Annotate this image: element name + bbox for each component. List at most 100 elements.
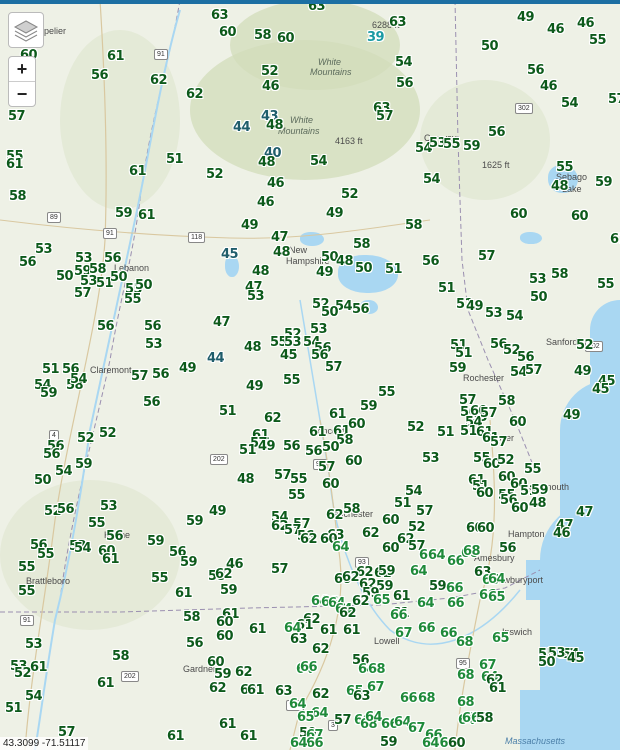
temperature-observation[interactable]: 68 [418, 692, 436, 705]
temperature-observation[interactable]: 47 [213, 316, 231, 329]
temperature-observation[interactable]: 58 [551, 268, 569, 281]
temperature-observation[interactable]: 61 [129, 165, 147, 178]
temperature-observation[interactable]: 62 [300, 533, 318, 546]
temperature-observation[interactable]: 55 [151, 572, 169, 585]
temperature-observation[interactable]: 63 [290, 633, 308, 646]
temperature-observation[interactable]: 58 [112, 650, 130, 663]
temperature-observation[interactable]: 52 [77, 432, 95, 445]
temperature-observation[interactable]: 50 [530, 291, 548, 304]
temperature-observation[interactable]: 57 [325, 361, 343, 374]
temperature-observation[interactable]: 61 [329, 408, 347, 421]
temperature-observation[interactable]: 61 [219, 718, 237, 731]
temperature-observation[interactable]: 56 [283, 440, 301, 453]
temperature-observation[interactable]: 63 [389, 16, 407, 29]
temperature-observation[interactable]: 56 [144, 320, 162, 333]
temperature-observation[interactable]: 67 [395, 627, 413, 640]
temperature-observation[interactable]: 50 [355, 262, 373, 275]
temperature-observation[interactable]: 63 [353, 690, 371, 703]
temperature-observation[interactable]: 55 [283, 374, 301, 387]
temperature-observation[interactable]: 46 [540, 80, 558, 93]
temperature-observation[interactable]: 55 [124, 293, 142, 306]
temperature-observation[interactable]: 60 [277, 32, 295, 45]
temperature-observation[interactable]: 50 [538, 656, 556, 669]
temperature-observation[interactable]: 60 [382, 514, 400, 527]
temperature-observation[interactable]: 61 [320, 624, 338, 637]
temperature-observation[interactable]: 49 [316, 266, 334, 279]
temperature-observation[interactable]: 46 [553, 527, 571, 540]
temperature-observation[interactable]: 52 [14, 667, 32, 680]
temperature-observation[interactable]: 65 [373, 594, 391, 607]
temperature-observation[interactable]: 55 [524, 463, 542, 476]
temperature-observation[interactable]: 59 [214, 668, 232, 681]
temperature-observation[interactable]: 51 [460, 425, 478, 438]
temperature-observation[interactable]: 55 [589, 34, 607, 47]
temperature-observation[interactable]: 59 [40, 387, 58, 400]
temperature-observation[interactable]: 52 [341, 188, 359, 201]
temperature-observation[interactable]: 50 [135, 279, 153, 292]
temperature-observation[interactable]: 52 [206, 168, 224, 181]
temperature-observation[interactable]: 50 [322, 441, 340, 454]
temperature-observation[interactable]: 57 [608, 93, 620, 106]
temperature-observation[interactable]: 49 [517, 11, 535, 24]
temperature-observation[interactable]: 59 [378, 565, 396, 578]
temperature-observation[interactable]: 54 [55, 465, 73, 478]
temperature-observation[interactable]: 57 [274, 469, 292, 482]
temperature-observation[interactable]: 55 [556, 161, 574, 174]
temperature-observation[interactable]: 61 [175, 587, 193, 600]
temperature-observation[interactable]: 51 [219, 405, 237, 418]
temperature-observation[interactable]: 66 [440, 627, 458, 640]
temperature-observation[interactable]: 55 [378, 386, 396, 399]
temperature-observation[interactable]: 50 [481, 40, 499, 53]
temperature-observation[interactable]: 68 [368, 663, 386, 676]
temperature-observation[interactable]: 64 [290, 737, 308, 750]
temperature-observation[interactable]: 68 [457, 669, 475, 682]
temperature-observation[interactable]: 64 [410, 565, 428, 578]
temperature-observation[interactable]: 52 [497, 454, 515, 467]
temperature-observation[interactable]: 45 [567, 652, 585, 665]
temperature-observation[interactable]: 60 [476, 487, 494, 500]
temperature-observation[interactable]: 51 [394, 497, 412, 510]
temperature-observation[interactable]: 60 [571, 210, 589, 223]
temperature-observation[interactable]: 58 [498, 395, 516, 408]
temperature-observation[interactable]: 44 [233, 121, 251, 134]
temperature-observation[interactable]: 68 [457, 696, 475, 709]
temperature-observation[interactable]: 52 [576, 339, 594, 352]
temperature-observation[interactable]: 48 [266, 119, 284, 132]
temperature-observation[interactable]: 56 [57, 503, 75, 516]
temperature-observation[interactable]: 66 [418, 622, 436, 635]
temperature-observation[interactable]: 59 [186, 515, 204, 528]
temperature-observation[interactable]: 60 [382, 542, 400, 555]
temperature-observation[interactable]: 59 [380, 736, 398, 749]
temperature-observation[interactable]: 58 [343, 503, 361, 516]
temperature-observation[interactable]: 53 [422, 452, 440, 465]
temperature-observation[interactable]: 51 [385, 263, 403, 276]
temperature-observation[interactable]: 58 [9, 190, 27, 203]
temperature-observation[interactable]: 48 [551, 180, 569, 193]
map-canvas[interactable]: Montpelier White Mountains 6288 ft White Moun… [0, 0, 620, 750]
temperature-observation[interactable]: 51 [455, 347, 473, 360]
temperature-observation[interactable]: 66 [446, 582, 464, 595]
temperature-observation[interactable]: 62 [209, 682, 227, 695]
temperature-observation[interactable]: 46 [262, 80, 280, 93]
temperature-observation[interactable]: 56 [91, 69, 109, 82]
temperature-observation[interactable]: 49 [574, 365, 592, 378]
temperature-observation[interactable]: 56 [422, 255, 440, 268]
temperature-observation[interactable]: 60 [345, 455, 363, 468]
temperature-observation[interactable]: 53 [529, 273, 547, 286]
temperature-observation[interactable]: 56 [499, 542, 517, 555]
temperature-observation[interactable]: 62 [264, 412, 282, 425]
temperature-observation[interactable]: 61 [102, 553, 120, 566]
temperature-observation[interactable]: 51 [166, 153, 184, 166]
temperature-observation[interactable]: 64 [428, 549, 446, 562]
temperature-observation[interactable]: 55 [88, 517, 106, 530]
temperature-observation[interactable]: 53 [35, 243, 53, 256]
temperature-observation[interactable]: 62 [186, 88, 204, 101]
temperature-observation[interactable]: 57 [525, 364, 543, 377]
temperature-observation[interactable]: 56 [106, 530, 124, 543]
temperature-observation[interactable]: 58 [405, 219, 423, 232]
temperature-observation[interactable]: 64 [417, 597, 435, 610]
temperature-observation[interactable]: 48 [244, 341, 262, 354]
temperature-observation[interactable]: 49 [466, 300, 484, 313]
temperature-observation[interactable]: 64 [488, 573, 506, 586]
temperature-observation[interactable]: 55 [288, 489, 306, 502]
